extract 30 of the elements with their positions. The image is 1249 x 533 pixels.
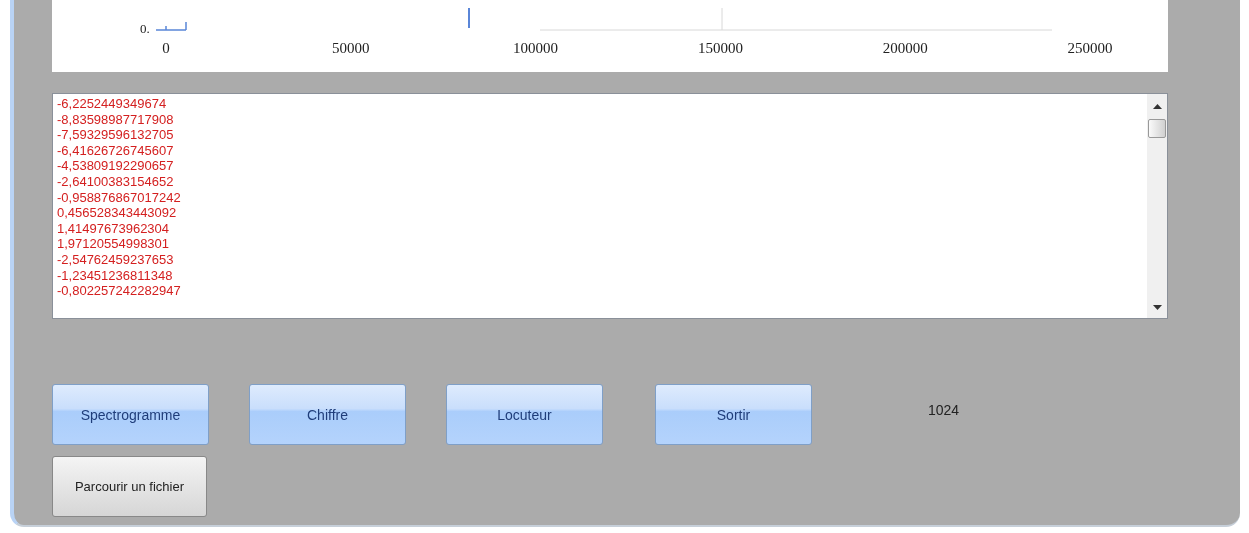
output-line: -8,83598987717908 (57, 111, 175, 128)
output-line: -2,54762459237653 (57, 251, 175, 268)
output-line: -1,23451236811348 (57, 267, 174, 284)
output-line: 0,456528343443092 (57, 205, 178, 221)
action-button[interactable]: Spectrogramme (52, 384, 209, 445)
scrollbar[interactable] (1147, 94, 1167, 318)
y-tick-label: 0. (140, 21, 150, 36)
action-button[interactable]: Locuteur (446, 384, 603, 445)
value-label: 1024 (928, 401, 960, 418)
output-line: -0,958876867017242 (57, 189, 182, 206)
output-line: -6,41626726745607 (57, 142, 175, 159)
scroll-down-icon[interactable] (1152, 305, 1162, 310)
output-line: -7,59329596132705 (57, 127, 175, 143)
output-line: 1,97120554998301 (57, 236, 171, 252)
x-tick-label: 250000 (1067, 40, 1113, 56)
x-tick-label: 0 (162, 40, 170, 56)
x-tick-label: 50000 (332, 40, 370, 56)
x-tick-label: 100000 (513, 40, 559, 56)
x-tick-label: 150000 (697, 40, 743, 56)
browse-button[interactable]: Parcourir un fichier (52, 456, 207, 517)
output-line: 1,41497673962304 (57, 220, 171, 237)
scroll-thumb[interactable] (1148, 119, 1166, 138)
output-line: -6,2252449349674 (57, 96, 168, 112)
x-tick-label: 200000 (882, 40, 928, 56)
action-button[interactable]: Sortir (655, 384, 812, 445)
output-line: -2,64100383154652 (57, 173, 175, 190)
output-line: -0,802257242282947 (57, 283, 182, 299)
output-line: -4,53809192290657 (57, 158, 175, 174)
scroll-up-icon[interactable] (1152, 104, 1162, 109)
action-button[interactable]: Chiffre (249, 384, 406, 445)
